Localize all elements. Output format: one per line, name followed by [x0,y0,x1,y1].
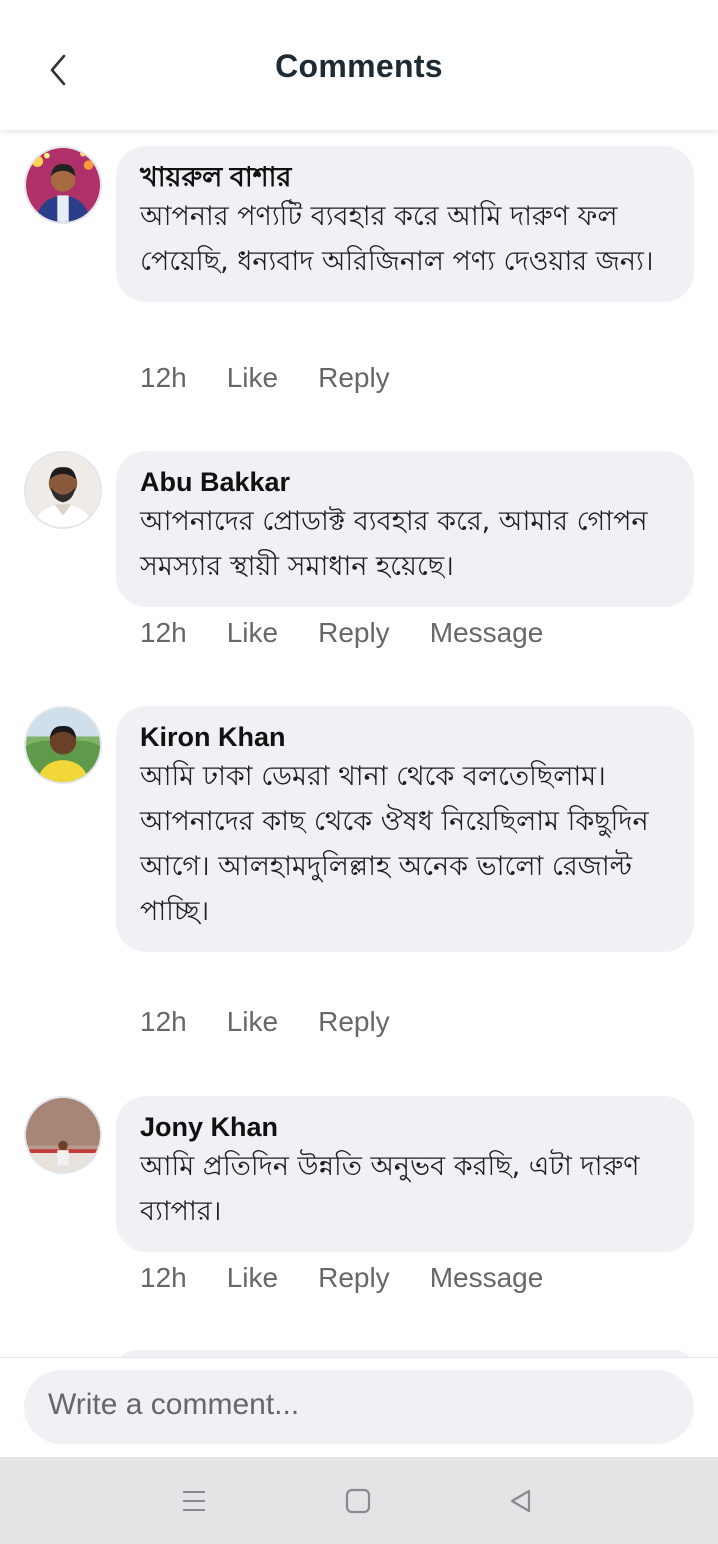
comment-author[interactable]: খায়রুল বাশার [140,160,670,194]
recent-apps-button[interactable] [174,1481,214,1521]
comment-time: 12h [140,1006,187,1037]
message-button[interactable]: Message [430,1262,544,1294]
avatar[interactable] [24,146,102,224]
like-button[interactable]: Like [227,617,278,649]
comment-author[interactable]: Jony Khan [140,1110,670,1144]
reply-button[interactable]: Reply [318,617,390,649]
comment-text: আমি ঢাকা ডেমরা থানা থেকে বলতেছিলাম। আপনা… [140,761,649,927]
comment-bubble[interactable]: Jony Khan আমি প্রতিদিন উন্নতি অনুভব করছি… [116,1096,694,1252]
avatar[interactable] [24,451,102,529]
comment-input[interactable]: Write a comment... [24,1370,694,1444]
comment-actions: 12h Like Reply Message [140,1262,583,1294]
system-nav-bar [0,1457,718,1544]
next-comment-peek [116,1350,694,1357]
comment-text: আপনাদের প্রোডাক্ট ব্যবহার করে, আমার গোপন… [140,506,648,582]
comment-time: 12h [140,1262,187,1293]
header-bar: Comments [0,0,718,130]
triangle-back-icon [510,1489,531,1513]
comment-bubble[interactable]: Kiron Khan আমি ঢাকা ডেমরা থানা থেকে বলতে… [116,706,694,952]
system-back-button[interactable] [500,1481,540,1521]
comment-composer: Write a comment... [0,1357,718,1457]
comment-actions: 12h Like Reply Message [140,617,583,649]
comment-time: 12h [140,362,187,393]
comment-bubble[interactable]: খায়রুল বাশার আপনার পণ্যটি ব্যবহার করে আ… [116,146,694,302]
comment-actions: 12h Like Reply [140,362,430,394]
square-icon [345,1488,371,1514]
comment-bubble[interactable]: Abu Bakkar আপনাদের প্রোডাক্ট ব্যবহার করে… [116,451,694,607]
reply-button[interactable]: Reply [318,1006,390,1038]
avatar[interactable] [24,706,102,784]
like-button[interactable]: Like [227,1262,278,1294]
comment-author[interactable]: Kiron Khan [140,720,670,754]
comment-text: আমি প্রতিদিন উন্নতি অনুভব করছি, এটা দারু… [140,1151,640,1227]
comment-time: 12h [140,617,187,648]
comment-author[interactable]: Abu Bakkar [140,465,670,499]
message-button[interactable]: Message [430,617,544,649]
menu-lines-icon [183,1491,205,1511]
page-title: Comments [275,48,443,84]
comment-text: আপনার পণ্যটি ব্যবহার করে আমি দারুণ ফল পে… [140,201,654,277]
reply-button[interactable]: Reply [318,362,390,394]
avatar[interactable] [24,1096,102,1174]
like-button[interactable]: Like [227,362,278,394]
like-button[interactable]: Like [227,1006,278,1038]
comment-actions: 12h Like Reply [140,1006,430,1038]
reply-button[interactable]: Reply [318,1262,390,1294]
comments-list[interactable]: খায়রুল বাশার আপনার পণ্যটি ব্যবহার করে আ… [0,130,718,1357]
home-button[interactable] [338,1481,378,1521]
